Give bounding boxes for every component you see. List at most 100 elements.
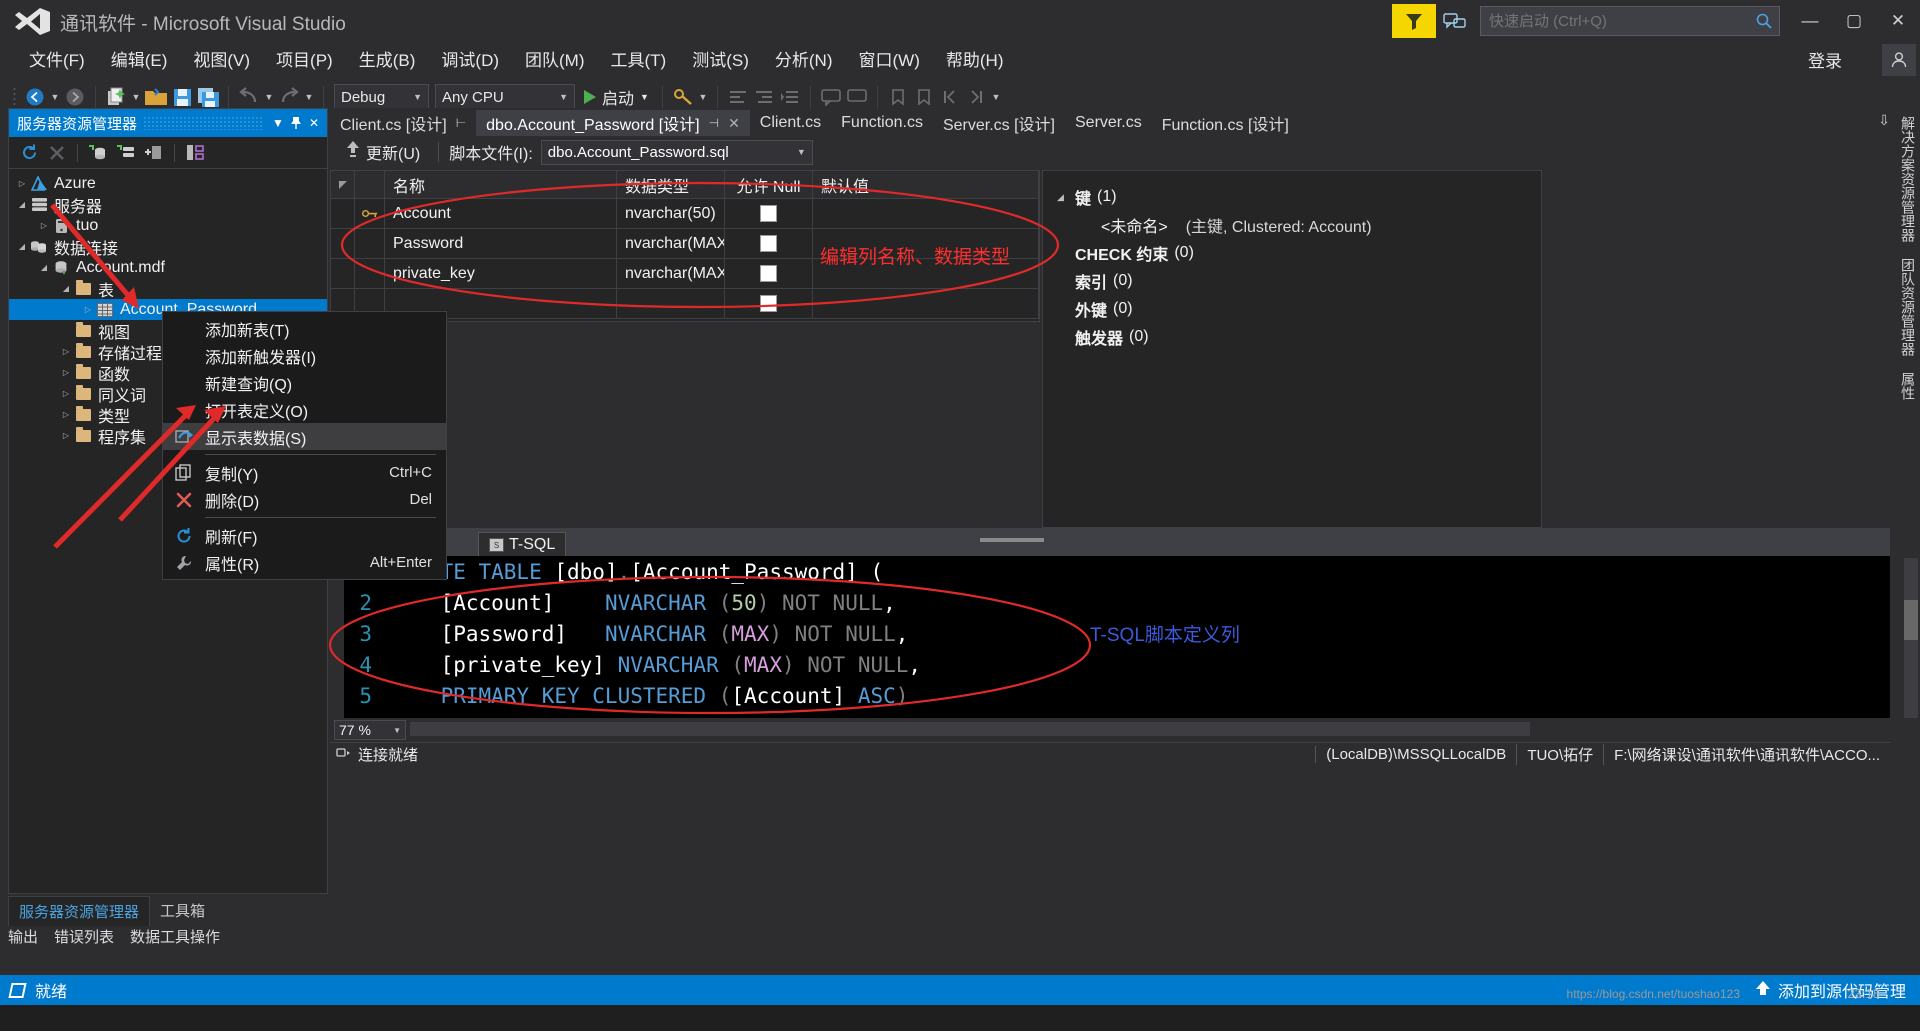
tab-toolbox[interactable]: 工具箱 xyxy=(150,896,215,926)
close-icon[interactable]: ✕ xyxy=(305,112,323,134)
object-relationship-icon[interactable] xyxy=(181,140,209,166)
code-scrollbar-thumb[interactable] xyxy=(1904,600,1918,640)
menu-file[interactable]: 文件(F) xyxy=(16,43,98,74)
connect-database-icon[interactable] xyxy=(84,140,112,166)
tree-item-indexes[interactable]: 索引 (0) xyxy=(1057,267,1541,295)
navigate-back-icon[interactable] xyxy=(22,84,48,110)
new-item-icon[interactable] xyxy=(103,84,129,110)
tree-item-data-connections[interactable]: ◢ 数据连接 xyxy=(9,236,327,258)
grid-corner-cell[interactable] xyxy=(331,171,355,198)
tree-item-foreign-keys[interactable]: 外键 (0) xyxy=(1057,295,1541,323)
menu-analyze[interactable]: 分析(N) xyxy=(762,43,846,74)
cell-allow-null[interactable] xyxy=(725,229,813,258)
tree-item-primary-key[interactable]: <未命名> (主键, Clustered: Account) xyxy=(1057,211,1541,239)
feedback-icon[interactable] xyxy=(1392,4,1436,38)
minimize-button[interactable]: — xyxy=(1788,0,1832,42)
signin-link[interactable]: 登录 xyxy=(1808,47,1842,72)
add-server-icon[interactable] xyxy=(140,140,168,166)
quick-launch-box[interactable] xyxy=(1480,6,1780,36)
cell-allow-null[interactable] xyxy=(725,199,813,228)
tab-tsql[interactable]: S T-SQL xyxy=(478,532,567,556)
cell-allow-null[interactable] xyxy=(725,259,813,288)
chevron-down-icon[interactable]: ▼ xyxy=(269,112,287,134)
redo-dropdown-icon[interactable]: ▼ xyxy=(302,92,316,102)
pin-icon[interactable]: ⊢ xyxy=(456,116,466,130)
expander-icon[interactable]: ▷ xyxy=(15,179,29,188)
close-button[interactable]: ✕ xyxy=(1876,0,1920,42)
align-left-icon[interactable] xyxy=(725,84,751,110)
allow-null-checkbox[interactable] xyxy=(760,295,777,312)
doc-tab-function-design[interactable]: Function.cs [设计] xyxy=(1152,110,1299,136)
expander-icon[interactable]: ▷ xyxy=(81,305,95,314)
open-file-icon[interactable] xyxy=(143,84,169,110)
maximize-button[interactable]: ▢ xyxy=(1832,0,1876,42)
expander-icon[interactable]: ▷ xyxy=(59,389,73,398)
menu-item-copy[interactable]: 复制(Y) Ctrl+C xyxy=(163,459,446,486)
row-selector[interactable] xyxy=(331,259,355,288)
save-icon[interactable] xyxy=(169,84,195,110)
doc-tab-server-cs[interactable]: Server.cs xyxy=(1065,110,1152,136)
doc-tab-function-cs[interactable]: Function.cs xyxy=(831,110,933,136)
menu-item-add-new-table[interactable]: 添加新表(T) xyxy=(163,315,446,342)
vtab-properties[interactable]: 属性 xyxy=(1894,364,1920,408)
update-button[interactable]: 更新(U) xyxy=(338,140,428,164)
allow-null-checkbox[interactable] xyxy=(760,205,777,222)
row-selector[interactable] xyxy=(331,199,355,228)
menu-item-new-query[interactable]: 新建查询(Q) xyxy=(163,369,446,396)
toolbar-overflow-icon[interactable]: ▼ xyxy=(696,92,710,102)
row-selector[interactable] xyxy=(331,229,355,258)
uncomment-icon[interactable] xyxy=(844,84,870,110)
allow-null-checkbox[interactable] xyxy=(760,235,777,252)
menu-test[interactable]: 测试(S) xyxy=(679,43,762,74)
close-icon[interactable]: ✕ xyxy=(728,115,740,132)
undo-dropdown-icon[interactable]: ▼ xyxy=(262,92,276,102)
expander-icon[interactable]: ▷ xyxy=(59,347,73,356)
document-tabs-overflow-icon[interactable]: ⇩ xyxy=(1878,112,1890,129)
vtab-team-explorer[interactable]: 团队资源管理器 xyxy=(1894,250,1920,364)
menu-edit[interactable]: 编辑(E) xyxy=(98,43,181,74)
cell-column-name[interactable]: Account xyxy=(385,199,617,228)
solution-config-combo[interactable]: Debug ▼ xyxy=(334,83,429,111)
menu-help[interactable]: 帮助(H) xyxy=(933,43,1017,74)
grid-col-header-default[interactable]: 默认值 xyxy=(813,171,1039,198)
cell-default-value[interactable] xyxy=(813,199,1039,228)
menu-build[interactable]: 生成(B) xyxy=(346,43,429,74)
expander-icon[interactable]: ▷ xyxy=(59,410,73,419)
menu-debug[interactable]: 调试(D) xyxy=(428,43,512,74)
expander-icon[interactable]: ▷ xyxy=(59,431,73,440)
menu-item-open-table-definition[interactable]: 打开表定义(O) xyxy=(163,396,446,423)
tree-item-check-constraints[interactable]: CHECK 约束 (0) xyxy=(1057,239,1541,267)
tree-item-keys[interactable]: ◢ 键 (1) xyxy=(1057,183,1541,211)
grid-col-header-type[interactable]: 数据类型 xyxy=(617,171,725,198)
zoom-level-combo[interactable]: 77 % ▼ xyxy=(334,720,406,740)
menu-item-add-new-trigger[interactable]: 添加新触发器(I) xyxy=(163,342,446,369)
cell-column-name[interactable]: private_key xyxy=(385,259,617,288)
start-debug-button[interactable]: 启动 ▼ xyxy=(578,85,655,109)
menu-item-refresh[interactable]: 刷新(F) xyxy=(163,522,446,549)
align-right-icon[interactable] xyxy=(751,84,777,110)
status-bar-right[interactable]: 添加到源代码管理 xyxy=(1754,978,1920,1002)
tab-data-tools-operations[interactable]: 数据工具操作 xyxy=(130,926,220,947)
toolbar-overflow-2-icon[interactable]: ▼ xyxy=(989,92,1003,102)
tab-server-explorer[interactable]: 服务器资源管理器 xyxy=(8,896,151,926)
doc-tab-client-cs[interactable]: Client.cs xyxy=(750,110,831,136)
refresh-icon[interactable] xyxy=(15,140,43,166)
toolbar-gripper[interactable] xyxy=(8,84,22,110)
vtab-solution-explorer[interactable]: 解决方案资源管理器 xyxy=(1894,108,1920,250)
navigate-forward-icon[interactable] xyxy=(62,84,88,110)
panel-drag-gripper[interactable] xyxy=(143,116,263,130)
solution-platform-combo[interactable]: Any CPU ▼ xyxy=(435,83,575,111)
connect-server-icon[interactable] xyxy=(112,140,140,166)
cell-data-type[interactable] xyxy=(617,289,725,318)
bookmark-next-icon[interactable] xyxy=(911,84,937,110)
pin-icon[interactable]: ⊣ xyxy=(709,116,719,130)
cell-data-type[interactable]: nvarchar(MAX) xyxy=(617,259,725,288)
menu-item-delete[interactable]: 删除(D) Del xyxy=(163,486,446,513)
comment-icon[interactable] xyxy=(818,84,844,110)
cell-default-value[interactable] xyxy=(813,289,1039,318)
save-all-icon[interactable] xyxy=(195,84,221,110)
cell-allow-null[interactable] xyxy=(725,289,813,318)
tree-item-triggers[interactable]: 触发器 (0) xyxy=(1057,323,1541,351)
menu-project[interactable]: 项目(P) xyxy=(263,43,346,74)
expander-icon[interactable]: ▷ xyxy=(59,368,73,377)
